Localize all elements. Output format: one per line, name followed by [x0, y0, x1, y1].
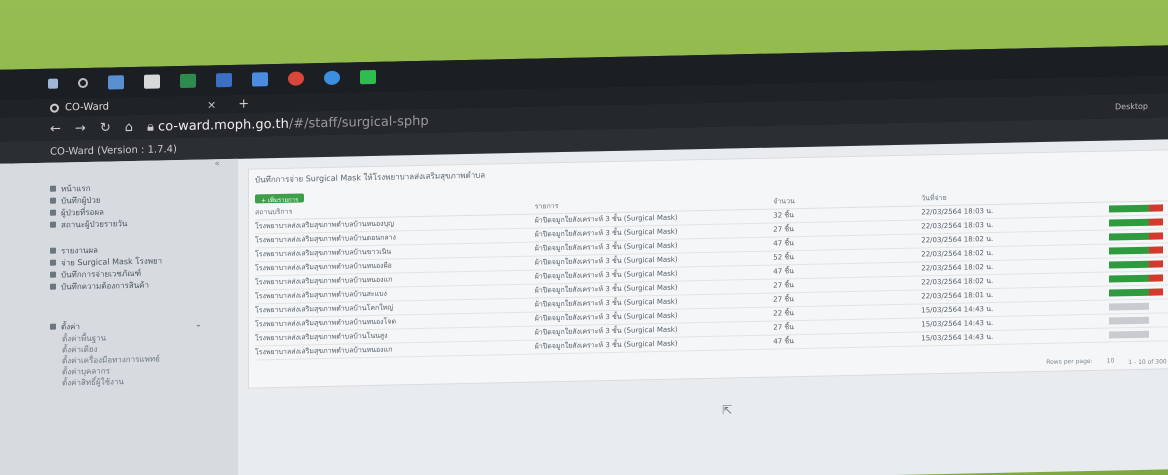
delete-button[interactable] [1149, 259, 1164, 268]
cell-actions [1109, 311, 1168, 328]
sidebar-item-label: บันทึกความต้องการสินค้า [61, 280, 150, 292]
main-content: บันทึกการจ่าย Surgical Mask ให้โรงพยาบาล… [238, 139, 1168, 475]
task-view-icon[interactable] [108, 75, 124, 90]
cell-actions [1109, 255, 1168, 272]
pagination: Rows per page: 10 1 - 10 of 300 รายการ [1046, 356, 1168, 369]
edit-button[interactable] [1109, 204, 1150, 213]
search-icon[interactable] [78, 77, 88, 89]
report-icon [50, 247, 56, 254]
edit-button[interactable] [1109, 246, 1150, 255]
home-icon[interactable]: ⌂ [125, 120, 133, 135]
mask-icon [50, 259, 56, 266]
sidebar-collapse-icon[interactable]: « [214, 159, 220, 169]
screen: CO-Ward × + ← → ↻ ⌂ 🔒︎ co-ward.moph.go.t… [0, 44, 1168, 475]
reload-icon[interactable]: ↻ [100, 120, 111, 135]
box-icon [50, 271, 56, 278]
url-host: co-ward.moph.go.th [158, 116, 289, 134]
disabled-action-button [1109, 330, 1150, 339]
cell-date: 15/03/2564 14:43 น. [921, 327, 1110, 346]
edit-button[interactable] [1109, 274, 1150, 283]
excel-icon[interactable] [180, 73, 196, 89]
chart-icon [50, 221, 56, 228]
monitor: CO-Ward × + ← → ↻ ⌂ 🔒︎ co-ward.moph.go.t… [0, 44, 1168, 475]
tab-close-icon[interactable]: × [207, 98, 216, 111]
edit-button[interactable] [1109, 288, 1150, 297]
chevron-down-icon: ⌄ [194, 319, 202, 329]
gear-icon [50, 323, 56, 330]
user-icon [50, 197, 56, 204]
cell-actions [1109, 269, 1168, 286]
disabled-action-button [1109, 316, 1150, 325]
cell-actions [1109, 297, 1168, 314]
page-range: 1 - 10 of 300 รายการ [1128, 358, 1168, 367]
delete-button[interactable] [1149, 287, 1164, 296]
url-path: /#/staff/surgical-sphp [288, 113, 429, 132]
chrome-icon[interactable] [288, 71, 304, 86]
tab-title: CO-Ward [65, 101, 109, 113]
new-tab-button[interactable]: + [238, 96, 249, 111]
card-title: บันทึกการจ่าย Surgical Mask ให้โรงพยาบาล… [255, 170, 486, 185]
lock-icon: 🔒︎ [146, 119, 154, 135]
edit-button[interactable] [1109, 232, 1150, 241]
app-body: « หน้าแรก บันทึกผู้ป่วย ผู้ป่วยที่รอผล ส… [0, 138, 1168, 475]
back-icon[interactable]: ← [50, 121, 61, 136]
desktop-label[interactable]: Desktop [1115, 101, 1148, 111]
dispense-table: สถานบริการ รายการ จำนวน วันที่จ่าย โรงพย… [255, 187, 1168, 360]
tab-favicon-icon [50, 103, 59, 113]
delete-button[interactable] [1149, 203, 1164, 212]
url-field[interactable]: 🔒︎ co-ward.moph.go.th/#/staff/surgical-s… [147, 113, 429, 134]
delete-button[interactable] [1149, 245, 1164, 254]
clock-icon [50, 209, 56, 216]
edit-button[interactable] [1109, 260, 1150, 269]
rows-per-page-select[interactable]: 10 [1107, 357, 1115, 367]
add-item-button[interactable]: + เพิ่มรายการ [255, 193, 305, 204]
cell-actions [1109, 213, 1168, 230]
sidebar-item-label: สถานะผู้ป่วยรายวัน [61, 218, 128, 230]
windows-start-icon[interactable] [48, 78, 58, 89]
browser-tab[interactable]: CO-Ward [50, 101, 109, 113]
sidebar-item-label: ตั้งค่า [61, 321, 80, 332]
forward-icon[interactable]: → [75, 120, 86, 135]
line-icon[interactable] [360, 69, 376, 85]
file-explorer-icon[interactable] [144, 74, 160, 89]
app-title: CO-Ward (Version : 1.7.4) [50, 143, 177, 158]
delete-button[interactable] [1149, 217, 1164, 226]
cart-icon [50, 283, 56, 290]
cell-actions [1109, 227, 1168, 244]
disabled-action-button [1109, 302, 1150, 311]
edge-icon[interactable] [324, 70, 340, 86]
word-icon[interactable] [216, 72, 232, 88]
home-nav-icon [50, 185, 56, 192]
rows-per-page-label: Rows per page: [1046, 357, 1093, 366]
cell-quantity: 47 ชิ้น [773, 331, 922, 349]
mask-dispense-card: บันทึกการจ่าย Surgical Mask ให้โรงพยาบาล… [248, 148, 1168, 389]
outlook-icon[interactable] [252, 72, 268, 87]
delete-button[interactable] [1149, 273, 1164, 282]
cell-actions [1109, 199, 1168, 216]
cell-actions [1109, 325, 1168, 342]
mouse-cursor-icon: ⇱ [722, 403, 733, 417]
cell-actions [1109, 283, 1168, 300]
cell-actions [1109, 241, 1168, 258]
delete-button[interactable] [1149, 231, 1164, 240]
edit-button[interactable] [1109, 218, 1150, 227]
sidebar: « หน้าแรก บันทึกผู้ป่วย ผู้ป่วยที่รอผล ส… [0, 158, 238, 475]
